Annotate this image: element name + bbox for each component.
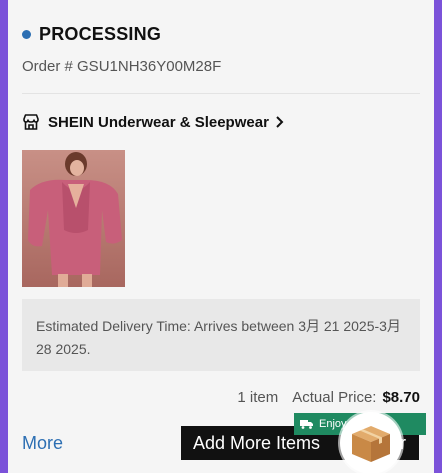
more-button[interactable]: More <box>22 433 63 454</box>
price-value: $8.70 <box>382 389 420 406</box>
delivery-text: Estimated Delivery Time: Arrives between… <box>36 318 401 357</box>
divider <box>22 93 420 94</box>
order-card[interactable]: PROCESSING Order # GSU1NH36Y00M28F SHEIN… <box>8 0 434 473</box>
store-name: SHEIN Underwear & Sleepwear <box>48 113 269 131</box>
truck-icon <box>300 420 313 429</box>
order-status: PROCESSING <box>22 24 161 45</box>
order-number: Order # GSU1NH36Y00M28F <box>22 58 222 75</box>
item-count: 1 item <box>237 389 279 406</box>
product-photo <box>22 150 125 287</box>
package-box-icon <box>352 426 390 462</box>
store-link[interactable]: SHEIN Underwear & Sleepwear <box>22 113 284 131</box>
product-image[interactable] <box>22 150 125 287</box>
status-dot-icon <box>22 30 31 39</box>
price-label: Actual Price: <box>292 389 377 406</box>
chevron-right-icon <box>276 116 284 128</box>
store-icon <box>23 114 39 130</box>
add-more-items-label: Add More Items <box>193 432 321 453</box>
status-label: PROCESSING <box>39 24 162 44</box>
package-box-bubble[interactable] <box>340 412 402 473</box>
delivery-estimate: Estimated Delivery Time: Arrives between… <box>22 299 420 371</box>
price-summary: 1 item Actual Price: $8.70 <box>237 389 420 406</box>
